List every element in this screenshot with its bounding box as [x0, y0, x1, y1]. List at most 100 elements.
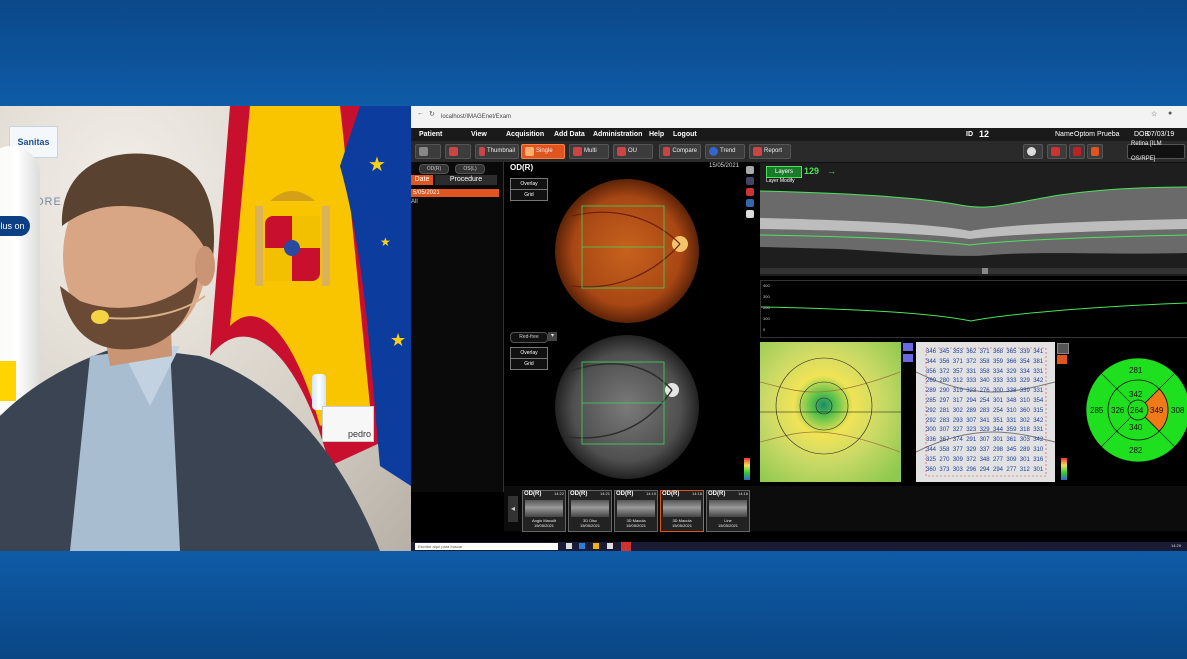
chevron-left-icon[interactable]: ◂	[508, 496, 518, 522]
thumbnail-3d-macula-2[interactable]: OD(R) 14:18 3D Macula 15/05/2021	[660, 490, 704, 532]
grid-button-bottom[interactable]: Grid	[510, 358, 548, 370]
annotate-icon[interactable]	[746, 210, 754, 218]
ou-button[interactable]: OU	[613, 144, 653, 159]
layer-value: 129	[804, 166, 820, 176]
redfree-select[interactable]: Red-free	[510, 332, 548, 343]
tab-date[interactable]: Date	[411, 175, 433, 185]
tick-0: 0	[763, 327, 766, 332]
color-scale-bar	[744, 458, 750, 480]
back-icon[interactable]: ←	[417, 110, 424, 117]
exam-date-item[interactable]: 5/05/2021	[411, 189, 499, 197]
thumb-label: Angio Maculit 15/05/2021	[531, 518, 556, 528]
grid-cell: 323	[966, 388, 977, 395]
settings-grid-icon[interactable]	[1057, 355, 1067, 364]
thumb-eye-label: OD(R)	[662, 491, 680, 497]
menu-patient[interactable]: Patient	[419, 128, 442, 141]
thumb-label: 3D Macula 15/05/2021	[625, 518, 647, 528]
grid-cell: 371	[952, 358, 963, 365]
menu-administration[interactable]: Administration	[593, 128, 642, 141]
grid-cell: 329	[1019, 378, 1030, 385]
start-icon[interactable]	[566, 543, 572, 549]
imagenet-taskbar-icon[interactable]	[621, 542, 631, 551]
folder-icon[interactable]	[593, 543, 599, 549]
redfree-button[interactable]	[1069, 144, 1085, 159]
map-toggle-icon[interactable]	[903, 343, 913, 351]
thumbnail-3d-disc[interactable]: OD(R) 14:21 3D Disc 15/05/2021	[568, 490, 612, 532]
color-map-button[interactable]	[1047, 144, 1067, 159]
address-bar[interactable]: localhost/IMAGEnet/Exam	[441, 111, 1121, 124]
eye-view-button[interactable]	[1023, 144, 1043, 159]
compare-button[interactable]: Compare	[659, 144, 701, 159]
thickness-map	[760, 342, 901, 482]
grid-cell: 290	[939, 388, 950, 395]
grid-toggle-icon[interactable]	[903, 354, 913, 362]
store-icon[interactable]	[607, 543, 613, 549]
grid-cell: 289	[1019, 447, 1030, 453]
grid-cell: 341	[1033, 349, 1044, 355]
grid-cell: 346	[926, 349, 937, 355]
grid-cell: 354	[1019, 358, 1030, 365]
grid-cell: 348	[979, 456, 990, 463]
zoom-icon[interactable]	[746, 166, 754, 174]
layer-modify-label[interactable]: Layer Modify	[766, 178, 795, 184]
measure-icon[interactable]	[746, 199, 754, 207]
id-label: ID	[966, 131, 973, 138]
grid-cell: 310	[1019, 398, 1030, 404]
layer-map-button[interactable]	[1087, 144, 1103, 159]
menu-logout[interactable]: Logout	[673, 128, 697, 141]
flag-icon[interactable]	[746, 188, 754, 196]
thumb-time: 14:16	[737, 491, 748, 496]
grid-button-top[interactable]: Grid	[510, 189, 548, 201]
grid-cell: 331	[1033, 368, 1044, 375]
taskbar-search[interactable]: Escribe aquí para buscar	[415, 543, 558, 550]
menu-view[interactable]: View	[471, 128, 487, 141]
edge-icon[interactable]	[579, 543, 585, 549]
menu-add-data[interactable]: Add Data	[554, 128, 585, 141]
reload-icon[interactable]: ↻	[429, 110, 435, 118]
os-pill[interactable]: OS(L)	[455, 164, 485, 174]
od-pill[interactable]: OD(R)	[419, 164, 449, 174]
report-icon	[753, 147, 762, 156]
grid-cell: 329	[979, 427, 990, 434]
grid-cell: 325	[926, 456, 937, 463]
grid-cell: 337	[979, 447, 990, 453]
grid-cell: 318	[1019, 427, 1030, 434]
trend-button[interactable]: Trend	[705, 144, 745, 159]
oct-bscan-image	[760, 163, 1187, 276]
menu-acquisition[interactable]: Acquisition	[506, 128, 544, 141]
multi-button[interactable]: Multi	[569, 144, 609, 159]
thumbnail-button[interactable]: Thumbnail	[475, 144, 519, 159]
grid-cell: 342	[1033, 417, 1044, 424]
toolbar: Thumbnail Single Multi OU Compare Trend …	[411, 141, 1187, 163]
grid-cell: 291	[966, 437, 977, 444]
layers-button[interactable]: Layers	[766, 166, 802, 178]
grid-cell: 310	[1033, 447, 1044, 453]
profile-icon[interactable]: ●	[1168, 110, 1172, 117]
oct-bscan: Layers 129 → Layer Modify	[760, 163, 1187, 276]
single-button[interactable]: Single	[521, 144, 565, 159]
grid-cell: 301	[1033, 466, 1044, 473]
thumb-image	[709, 500, 747, 517]
thumbnail-3d-macula-1[interactable]: OD(R) 14:19 3D Macula 15/05/2021	[614, 490, 658, 532]
etdrs-center: 264	[1130, 406, 1144, 415]
menu-help[interactable]: Help	[649, 128, 664, 141]
thumb-time: 14:21	[599, 491, 610, 496]
grid-cell: 381	[1033, 358, 1044, 365]
thumb-eye-label: OD(R)	[708, 491, 726, 497]
thumbnail-angio-macula[interactable]: OD(R) 14:22 Angio Maculit 15/05/2021	[522, 490, 566, 532]
close-grid-icon[interactable]	[1057, 343, 1069, 354]
layers-icon[interactable]	[746, 177, 754, 185]
grid-cell: 341	[979, 417, 990, 424]
thumbnail-line[interactable]: OD(R) 14:16 Line 15/05/2021	[706, 490, 750, 532]
thickness-profile: 400 300 200 100 0	[760, 280, 1187, 338]
grid-cell: 331	[966, 368, 977, 375]
layer-select[interactable]: Retina [ILM OS/RPE]	[1127, 141, 1185, 162]
trend-label: Trend	[720, 148, 736, 154]
taskbar-clock: 14:29	[1170, 543, 1181, 548]
etdrs-inner-top: 342	[1129, 390, 1143, 399]
star-icon[interactable]: ☆	[1151, 110, 1157, 118]
report-button[interactable]: Report	[749, 144, 791, 159]
tab-procedure[interactable]: Procedure	[435, 175, 497, 185]
export-button[interactable]	[445, 144, 471, 159]
print-button[interactable]	[415, 144, 441, 159]
